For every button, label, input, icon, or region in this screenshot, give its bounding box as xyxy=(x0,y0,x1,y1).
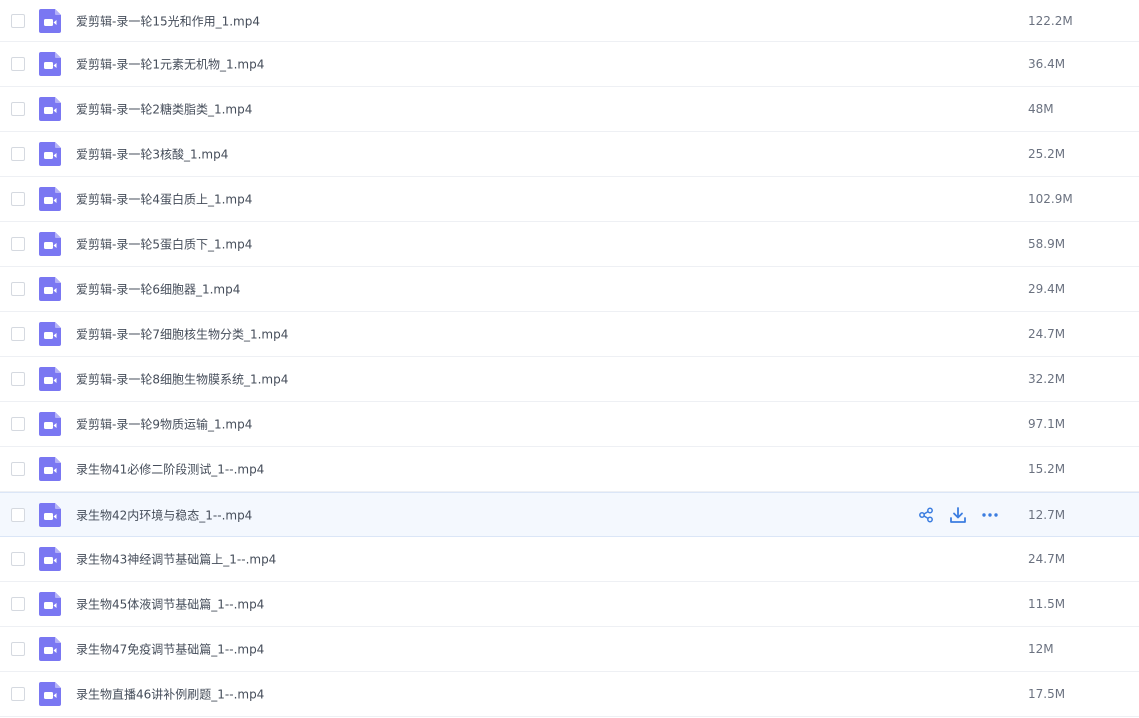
file-row[interactable]: 爱剪辑-录一轮7细胞核生物分类_1.mp4 24.7M xyxy=(0,312,1139,357)
row-checkbox[interactable] xyxy=(11,57,25,71)
file-name[interactable]: 爱剪辑-录一轮7细胞核生物分类_1.mp4 xyxy=(76,326,288,343)
row-checkbox[interactable] xyxy=(11,417,25,431)
row-checkbox[interactable] xyxy=(11,13,25,28)
file-size: 102.9M xyxy=(1028,192,1073,206)
video-file-icon xyxy=(39,97,61,121)
file-name[interactable]: 录生物42内环境与稳态_1--.mp4 xyxy=(76,506,252,523)
file-size: 17.5M xyxy=(1028,687,1066,701)
video-file-icon xyxy=(39,277,61,301)
file-size: 25.2M xyxy=(1028,147,1066,161)
share-icon[interactable] xyxy=(916,505,936,525)
video-file-icon xyxy=(39,8,61,33)
file-size: 32.2M xyxy=(1028,372,1066,386)
file-size: 97.1M xyxy=(1028,417,1066,431)
file-name[interactable]: 爱剪辑-录一轮9物质运输_1.mp4 xyxy=(76,416,252,433)
file-name[interactable]: 爱剪辑-录一轮4蛋白质上_1.mp4 xyxy=(76,191,252,208)
video-file-icon xyxy=(39,367,61,391)
file-size: 122.2M xyxy=(1028,13,1073,28)
file-size: 48M xyxy=(1028,102,1054,116)
file-row[interactable]: 爱剪辑-录一轮5蛋白质下_1.mp4 58.9M xyxy=(0,222,1139,267)
video-file-icon xyxy=(39,52,61,76)
file-name[interactable]: 爱剪辑-录一轮5蛋白质下_1.mp4 xyxy=(76,236,252,253)
file-name[interactable]: 爱剪辑-录一轮2糖类脂类_1.mp4 xyxy=(76,101,252,118)
file-size: 36.4M xyxy=(1028,57,1066,71)
row-checkbox[interactable] xyxy=(11,147,25,161)
file-row[interactable]: 爱剪辑-录一轮3核酸_1.mp4 25.2M xyxy=(0,132,1139,177)
row-checkbox[interactable] xyxy=(11,462,25,476)
video-file-icon xyxy=(39,412,61,436)
file-row[interactable]: 爱剪辑-录一轮9物质运输_1.mp4 97.1M xyxy=(0,402,1139,447)
file-row[interactable]: 录生物43神经调节基础篇上_1--.mp4 24.7M xyxy=(0,537,1139,582)
more-icon[interactable] xyxy=(980,505,1000,525)
row-checkbox[interactable] xyxy=(11,237,25,251)
file-row[interactable]: 爱剪辑-录一轮4蛋白质上_1.mp4 102.9M xyxy=(0,177,1139,222)
file-name[interactable]: 录生物41必修二阶段测试_1--.mp4 xyxy=(76,461,264,478)
file-size: 11.5M xyxy=(1028,597,1066,611)
file-row[interactable]: 录生物47免疫调节基础篇_1--.mp4 12M xyxy=(0,627,1139,672)
file-name[interactable]: 录生物直播46讲补例刷题_1--.mp4 xyxy=(76,686,264,703)
file-row[interactable]: 爱剪辑-录一轮6细胞器_1.mp4 29.4M xyxy=(0,267,1139,312)
file-list: 爱剪辑-录一轮15光和作用_1.mp4 122.2M 爱剪辑-录一轮1元素无机物_… xyxy=(0,0,1139,717)
file-row[interactable]: 录生物直播46讲补例刷题_1--.mp4 17.5M xyxy=(0,672,1139,717)
file-size: 12M xyxy=(1028,642,1054,656)
row-checkbox[interactable] xyxy=(11,552,25,566)
row-checkbox[interactable] xyxy=(11,102,25,116)
file-row[interactable]: 录生物41必修二阶段测试_1--.mp4 15.2M xyxy=(0,447,1139,492)
video-file-icon xyxy=(39,232,61,256)
file-name[interactable]: 爱剪辑-录一轮1元素无机物_1.mp4 xyxy=(76,56,264,73)
file-size: 24.7M xyxy=(1028,552,1066,566)
video-file-icon xyxy=(39,592,61,616)
video-file-icon xyxy=(39,682,61,706)
file-name[interactable]: 录生物45体液调节基础篇_1--.mp4 xyxy=(76,596,264,613)
video-file-icon xyxy=(39,502,61,527)
row-checkbox[interactable] xyxy=(11,327,25,341)
file-row[interactable]: 录生物42内环境与稳态_1--.mp4 12.7M xyxy=(0,492,1139,537)
file-name[interactable]: 爱剪辑-录一轮6细胞器_1.mp4 xyxy=(76,281,240,298)
file-name[interactable]: 录生物43神经调节基础篇上_1--.mp4 xyxy=(76,551,276,568)
file-name[interactable]: 爱剪辑-录一轮8细胞生物膜系统_1.mp4 xyxy=(76,371,288,388)
file-size: 15.2M xyxy=(1028,462,1066,476)
row-checkbox[interactable] xyxy=(11,687,25,701)
file-row[interactable]: 爱剪辑-录一轮15光和作用_1.mp4 122.2M xyxy=(0,0,1139,42)
row-checkbox[interactable] xyxy=(11,192,25,206)
file-size: 29.4M xyxy=(1028,282,1066,296)
row-checkbox[interactable] xyxy=(11,642,25,656)
row-checkbox[interactable] xyxy=(11,507,25,522)
file-row[interactable]: 爱剪辑-录一轮1元素无机物_1.mp4 36.4M xyxy=(0,42,1139,87)
video-file-icon xyxy=(39,457,61,481)
file-row[interactable]: 爱剪辑-录一轮8细胞生物膜系统_1.mp4 32.2M xyxy=(0,357,1139,402)
file-name[interactable]: 录生物47免疫调节基础篇_1--.mp4 xyxy=(76,641,264,658)
file-size: 12.7M xyxy=(1028,507,1066,522)
file-size: 24.7M xyxy=(1028,327,1066,341)
row-actions xyxy=(916,505,1012,525)
video-file-icon xyxy=(39,322,61,346)
row-checkbox[interactable] xyxy=(11,372,25,386)
file-row[interactable]: 录生物45体液调节基础篇_1--.mp4 11.5M xyxy=(0,582,1139,627)
file-row[interactable]: 爱剪辑-录一轮2糖类脂类_1.mp4 48M xyxy=(0,87,1139,132)
video-file-icon xyxy=(39,142,61,166)
file-name[interactable]: 爱剪辑-录一轮3核酸_1.mp4 xyxy=(76,146,228,163)
file-name[interactable]: 爱剪辑-录一轮15光和作用_1.mp4 xyxy=(76,12,260,29)
row-checkbox[interactable] xyxy=(11,597,25,611)
video-file-icon xyxy=(39,637,61,661)
row-checkbox[interactable] xyxy=(11,282,25,296)
download-icon[interactable] xyxy=(948,505,968,525)
video-file-icon xyxy=(39,187,61,211)
file-size: 58.9M xyxy=(1028,237,1066,251)
video-file-icon xyxy=(39,547,61,571)
